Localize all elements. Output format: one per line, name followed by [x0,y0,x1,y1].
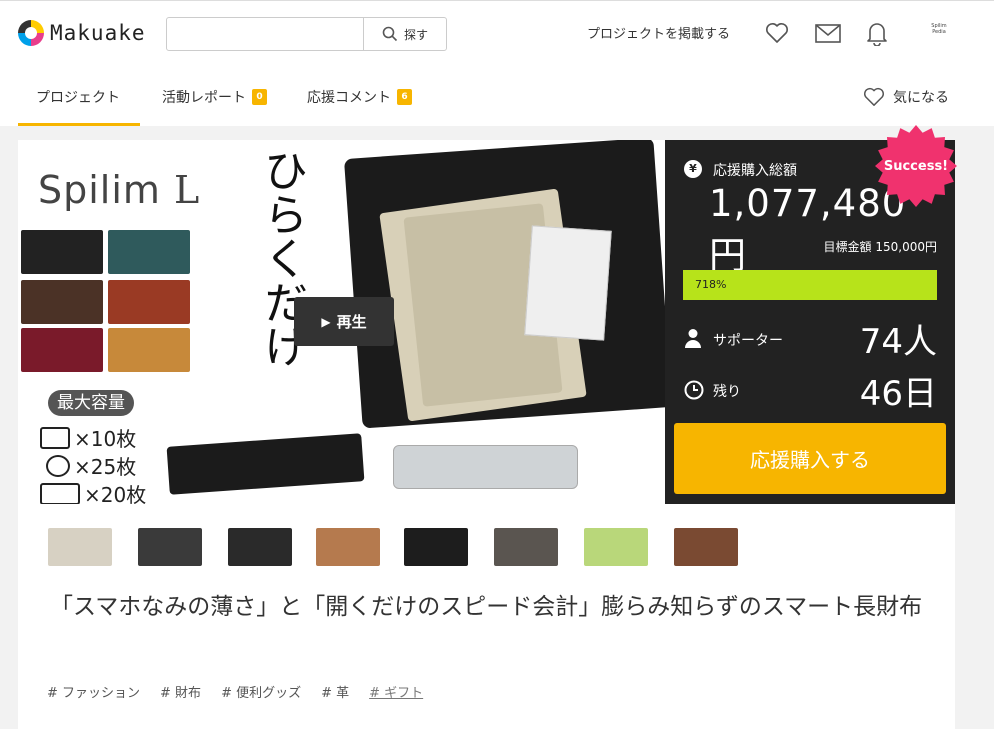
search-button-label: 探す [403,27,428,42]
tab-project[interactable]: プロジェクト [36,87,120,107]
favorite-button[interactable]: 気になる [863,87,949,107]
tag-useful-goods[interactable]: # 便利グッズ [221,682,301,701]
total-amount-label: 応援購入総額 [713,163,797,179]
makuake-logo[interactable]: Makuake [18,20,146,46]
smartphone-image [393,445,578,489]
supporter-person-icon [685,329,701,348]
tab-activity-report-label: 活動レポート [162,90,246,106]
tag-fashion[interactable]: # ファッション [47,682,140,701]
capacity-bills-text: ×20枚 [84,483,147,504]
gallery-thumbnail[interactable] [584,528,648,566]
clock-icon [684,380,704,400]
card-icon [40,426,70,449]
search-button[interactable]: 探す [364,18,446,50]
gallery-thumbnail[interactable] [404,528,468,566]
user-avatar[interactable]: Spilim Pedia [927,23,951,43]
wallet-closed-image [166,433,365,495]
capacity-cards-row: ×10枚 [40,423,136,452]
search-icon [382,26,398,42]
hero-brand-suffix: L [174,168,201,212]
supporters-label: サポーター [713,333,783,349]
wallet-swatch-red [108,280,190,324]
wallet-swatch-brown [21,280,103,324]
remaining-label: 残り [713,384,741,400]
success-badge-text: Success! [883,158,949,174]
remaining-value: 46日 [859,374,937,414]
capacity-coins-text: ×25枚 [74,455,137,479]
yen-icon: ¥ [684,160,702,178]
heart-icon[interactable] [765,22,789,44]
tag-gift[interactable]: # ギフト [369,682,423,701]
tag-wallet[interactable]: # 財布 [160,682,201,701]
logo-text: Makuake [50,21,146,45]
capacity-coins-row: ×25枚 [40,451,136,480]
bell-icon[interactable] [866,20,888,46]
funding-progress-text: 718% [695,278,727,291]
hero-brand-text: Spilim L [38,168,200,212]
gallery-thumbnails [18,528,955,568]
tag-list: # ファッション # 財布 # 便利グッズ # 革 # ギフト [47,682,443,701]
hero-brand-name: Spilim [38,168,161,212]
bill-icon [40,482,80,504]
project-title: 「スマホなみの薄さ」と「開くだけのスピード会計」膨らみ知らずのスマート長財布 [50,594,923,620]
play-label: 再生 [336,313,367,331]
project-tabs: プロジェクト 活動レポート 0 応援コメント 6 気になる [0,71,994,127]
support-purchase-button[interactable]: 応援購入する [674,423,946,494]
wallet-swatch-black [21,230,103,274]
card-insert-image [524,225,612,341]
coins-icon [46,454,70,477]
wallet-swatch-camel [108,328,190,372]
capacity-pill: 最大容量 [48,390,134,416]
capacity-cards-text: ×10枚 [74,427,137,451]
tab-support-comments-label: 応援コメント [307,90,391,106]
goal-amount: 目標金額 150,000円 [823,240,937,254]
tag-leather[interactable]: # 革 [321,682,349,701]
mail-icon[interactable] [815,24,841,43]
search-bar: 探す [166,17,447,51]
wallet-swatch-teal [108,230,190,274]
logo-mark-icon [18,20,44,46]
project-card: Spilim L ひらくだけ 最大容量 ×10枚 ×25枚 ×20枚 ▶ 再生 … [18,140,955,729]
play-icon: ▶ [321,314,331,329]
wallet-swatch-wine [21,328,103,372]
tab-project-label: プロジェクト [36,90,120,106]
success-badge-label-wrap: Success! [874,124,958,208]
gallery-thumbnail[interactable] [138,528,202,566]
support-comments-count-badge: 6 [397,89,412,105]
activity-report-count-badge: 0 [252,89,267,105]
active-tab-indicator [18,123,140,126]
gallery-thumbnail[interactable] [316,528,380,566]
heart-outline-icon [864,87,884,106]
play-video-button[interactable]: ▶ 再生 [294,297,394,346]
gallery-thumbnail[interactable] [494,528,558,566]
top-header: Makuake 探す プロジェクトを掲載する Spilim Pedia プロジェ… [0,0,994,126]
funding-progress-bar: 718% [683,270,937,300]
tab-activity-report[interactable]: 活動レポート 0 [162,87,267,107]
post-project-link[interactable]: プロジェクトを掲載する [587,23,730,42]
capacity-bills-row: ×20枚 [40,479,146,504]
search-input[interactable] [167,18,364,50]
supporters-value: 74人 [859,322,937,362]
favorite-label: 気になる [893,90,949,106]
gallery-thumbnail[interactable] [228,528,292,566]
gallery-thumbnail[interactable] [48,528,112,566]
tab-support-comments[interactable]: 応援コメント 6 [307,87,412,107]
hero-image[interactable]: Spilim L ひらくだけ 最大容量 ×10枚 ×25枚 ×20枚 ▶ 再生 [18,140,665,504]
gallery-thumbnail[interactable] [674,528,738,566]
